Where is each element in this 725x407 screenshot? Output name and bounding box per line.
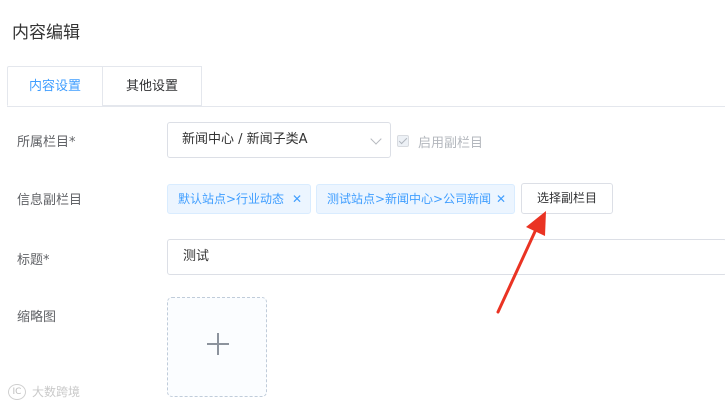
category-label: 所属栏目* (17, 135, 76, 150)
page-title: 内容编辑 (12, 23, 80, 43)
enable-sub-category-checkbox[interactable]: 启用副栏目 (397, 132, 484, 151)
watermark-text: 大数跨境 (32, 385, 81, 399)
tab-other-settings[interactable]: 其他设置 (102, 66, 202, 106)
red-arrow-annotation (496, 211, 546, 314)
title-input-value: 测试 (183, 249, 210, 264)
enable-sub-category-label: 启用副栏目 (418, 135, 484, 151)
chevron-down-icon (370, 133, 382, 145)
tab-bar: 内容设置 其他设置 (7, 66, 725, 107)
category-select[interactable]: 新闻中心 / 新闻子类A (167, 122, 391, 158)
title-input[interactable]: 测试 (167, 239, 725, 275)
title-label: 标题* (17, 253, 50, 268)
plus-icon (217, 333, 219, 355)
close-icon[interactable]: ✕ (292, 185, 302, 213)
checkbox-icon[interactable] (397, 135, 409, 147)
sub-category-tag-label: 测试站点>新闻中心>公司新闻 (327, 192, 492, 206)
tab-divider (7, 106, 725, 107)
watermark-logo-icon: IC (8, 383, 26, 400)
thumbnail-label: 缩略图 (17, 310, 57, 325)
watermark: IC 大数跨境 (8, 383, 80, 400)
sub-category-tag: 测试站点>新闻中心>公司新闻 ✕ (316, 184, 515, 214)
tab-content-settings[interactable]: 内容设置 (7, 66, 103, 106)
sub-category-tag-label: 默认站点>行业动态 (178, 192, 285, 206)
sub-category-tag: 默认站点>行业动态 ✕ (167, 184, 311, 214)
sub-category-label: 信息副栏目 (17, 193, 83, 208)
category-select-value: 新闻中心 / 新闻子类A (182, 132, 308, 147)
thumbnail-upload[interactable] (167, 297, 267, 397)
